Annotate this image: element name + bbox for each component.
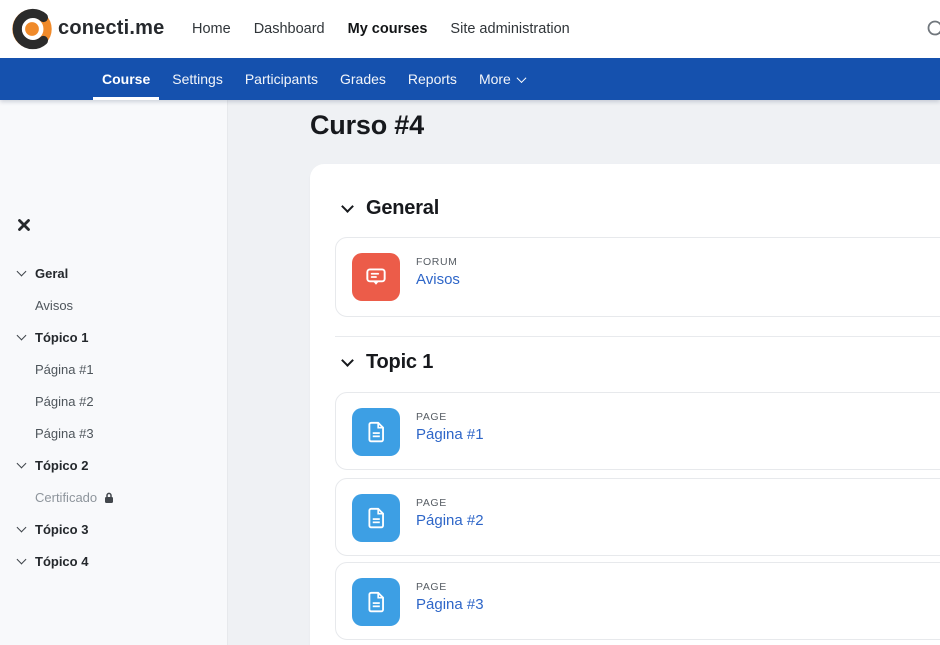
tab-more[interactable]: More [468,58,536,100]
forum-icon [352,253,400,301]
sidebar-item-label: Página #2 [35,394,94,409]
sidebar-item-text: Certificado [35,490,97,505]
sidebar-item-pagina-1[interactable]: Página #1 [0,353,228,385]
top-header: conecti.me Home Dashboard My courses Sit… [0,0,940,58]
tab-reports-label: Reports [408,58,457,100]
top-navigation: Home Dashboard My courses Site administr… [192,0,570,58]
tab-grades-label: Grades [340,58,386,100]
chevron-down-icon [516,73,526,83]
activity-type-label: PAGE [416,411,484,423]
sidebar-item-label: Tópico 1 [35,330,88,345]
tab-participants-label: Participants [245,58,318,100]
tab-reports[interactable]: Reports [397,58,468,100]
sidebar-item-pagina-3[interactable]: Página #3 [0,417,228,449]
sidebar-item-label: Tópico 2 [35,458,88,473]
sidebar-item-label: Geral [35,266,68,281]
chevron-down-icon [341,200,354,213]
chevron-down-icon [17,267,27,277]
activity-type-label: PAGE [416,497,484,509]
activity-card-pagina-2: PAGE Página #2 [335,478,940,556]
activity-link-pagina-3[interactable]: Página #3 [416,596,484,613]
tab-course-label: Course [102,58,150,100]
page-icon [352,494,400,542]
chevron-down-icon [341,354,354,367]
page: conecti.me Home Dashboard My courses Sit… [0,0,940,645]
course-nav-tabs: Course Settings Participants Grades Repo… [91,58,536,100]
course-nav-bar: Course Settings Participants Grades Repo… [0,58,940,100]
sidebar-item-label: Avisos [35,298,73,313]
sidebar-item-label: Certificado [35,490,114,505]
chevron-down-icon [17,459,27,469]
activity-card-pagina-3: PAGE Página #3 [335,562,940,640]
activity-type-label: PAGE [416,581,484,593]
activity-text: FORUM Avisos [416,256,460,288]
activity-link-pagina-2[interactable]: Página #2 [416,512,484,529]
section-title: General [366,197,439,220]
page-icon [352,408,400,456]
sidebar-item-topico-4[interactable]: Tópico 4 [0,545,228,577]
sidebar-item-label: Tópico 4 [35,554,88,569]
sidebar-item-pagina-2[interactable]: Página #2 [0,385,228,417]
sidebar-item-label: Página #3 [35,426,94,441]
brand-logo-icon[interactable] [10,7,54,51]
sidebar-item-certificado[interactable]: Certificado [0,481,228,513]
activity-text: PAGE Página #1 [416,411,484,443]
activity-card-forum-avisos: FORUM Avisos [335,237,940,317]
tab-grades[interactable]: Grades [329,58,397,100]
activity-link-pagina-1[interactable]: Página #1 [416,426,484,443]
chevron-down-icon [17,523,27,533]
search-icon[interactable] [926,19,940,41]
course-index-list: Geral Avisos Tópico 1 Página #1 Página #… [0,257,228,577]
topnav-site-administration[interactable]: Site administration [450,21,569,37]
activity-type-label: FORUM [416,256,460,268]
activity-card-pagina-1: PAGE Página #1 [335,392,940,470]
activity-text: PAGE Página #2 [416,497,484,529]
page-icon [352,578,400,626]
sidebar-item-topico-1[interactable]: Tópico 1 [0,321,228,353]
page-title: Curso #4 [310,110,424,141]
sidebar-item-topico-2[interactable]: Tópico 2 [0,449,228,481]
topnav-home[interactable]: Home [192,21,231,37]
sidebar-item-label: Tópico 3 [35,522,88,537]
course-content-card: General FORUM Avisos Topic 1 [310,164,940,645]
sidebar-item-topico-3[interactable]: Tópico 3 [0,513,228,545]
activity-text: PAGE Página #3 [416,581,484,613]
activity-link-avisos[interactable]: Avisos [416,271,460,288]
chevron-down-icon [17,331,27,341]
topnav-my-courses[interactable]: My courses [348,21,428,37]
tab-settings-label: Settings [172,58,223,100]
section-header-general[interactable]: General [343,197,439,220]
topnav-dashboard[interactable]: Dashboard [254,21,325,37]
sidebar-item-avisos[interactable]: Avisos [0,289,228,321]
lock-icon [104,492,114,504]
chevron-down-icon [17,555,27,565]
tab-settings[interactable]: Settings [161,58,234,100]
tab-participants[interactable]: Participants [234,58,329,100]
close-icon[interactable] [17,218,31,232]
sidebar-item-label: Página #1 [35,362,94,377]
section-title: Topic 1 [366,351,433,374]
sidebar-item-geral[interactable]: Geral [0,257,228,289]
section-divider [335,336,940,337]
section-header-topic-1[interactable]: Topic 1 [343,351,433,374]
course-index-sidebar: Geral Avisos Tópico 1 Página #1 Página #… [0,100,228,645]
brand-name[interactable]: conecti.me [58,17,164,40]
tab-course[interactable]: Course [91,58,161,100]
tab-more-label: More [479,58,511,100]
